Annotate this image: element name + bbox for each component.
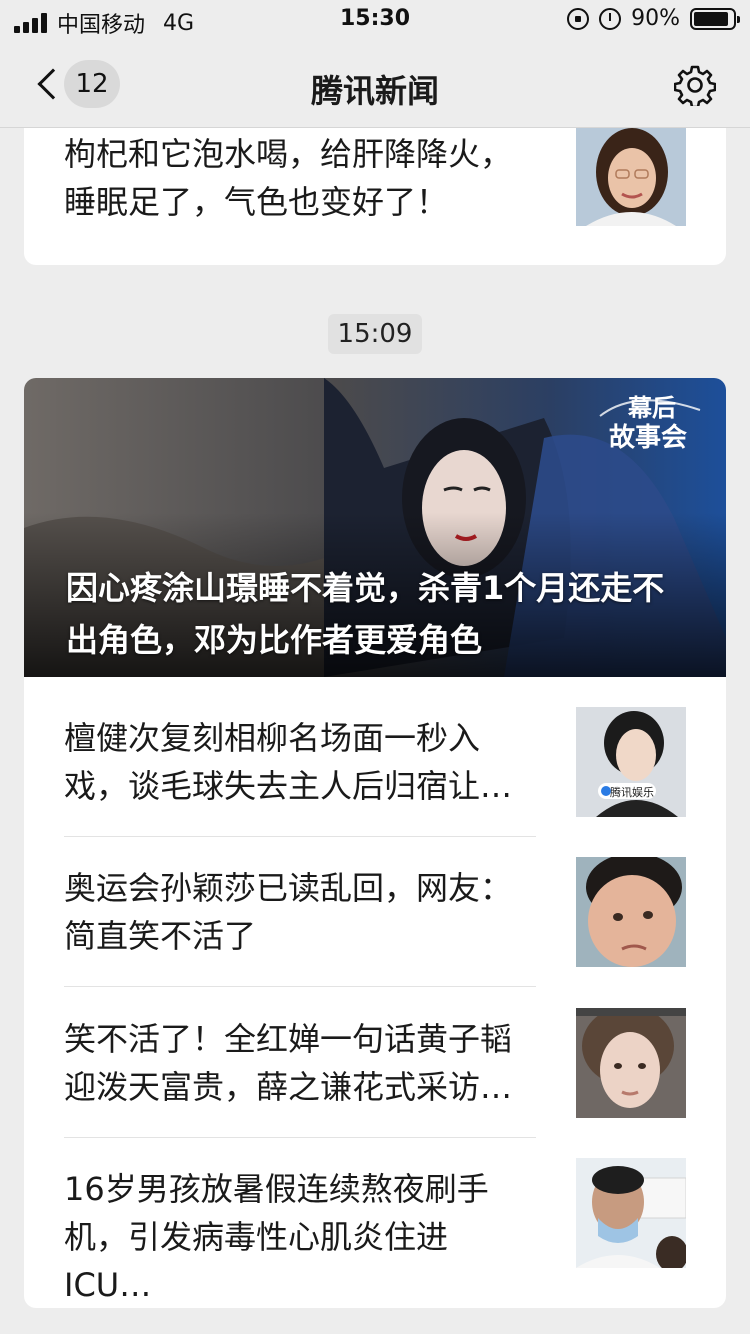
divider [64, 1137, 536, 1138]
status-bar-right: 90% [567, 6, 740, 31]
news-card-previous: 枸杞和它泡水喝，给肝降降火，睡眠足了，气色也变好了！ [24, 128, 726, 265]
news-thumbnail[interactable] [576, 1158, 686, 1268]
news-item-title[interactable]: 16岁男孩放暑假连续熬夜刷手机，引发病毒性心肌炎住进ICU… [64, 1165, 524, 1308]
news-item-title[interactable]: 奥运会孙颖莎已读乱回，网友：简直笑不活了 [64, 864, 524, 960]
navigation-bar: 12 腾讯新闻 [0, 40, 750, 128]
news-thumbnail[interactable] [576, 1008, 686, 1118]
actor-photo: 腾讯娱乐 [576, 707, 686, 817]
news-card-group: 幕后 故事会 因心疼涂山璟睡不着觉，杀青1个月还走不出角色，邓为比作者更爱角色 … [24, 378, 726, 1308]
program-logo: 幕后 故事会 [596, 386, 704, 454]
news-item-title[interactable]: 笑不活了！全红婵一句话黄子韬迎泼天富贵，薛之谦花式采访… [64, 1015, 524, 1111]
thumbnail-caption: 腾讯娱乐 [610, 785, 654, 799]
battery-icon [690, 7, 740, 30]
hero-article[interactable]: 幕后 故事会 因心疼涂山璟睡不着觉，杀青1个月还走不出角色，邓为比作者更爱角色 [24, 378, 726, 677]
alarm-icon [599, 7, 622, 30]
news-thumbnail[interactable] [576, 128, 686, 238]
page-title: 腾讯新闻 [310, 72, 439, 110]
logo-line-2: 故事会 [609, 423, 687, 453]
divider [64, 986, 536, 987]
divider [64, 836, 536, 837]
singer-photo [576, 1008, 686, 1118]
settings-button[interactable] [673, 64, 717, 109]
orientation-lock-icon [567, 7, 590, 30]
battery-percent: 90% [631, 6, 680, 31]
battery-fill [694, 11, 729, 26]
doctor-photo [576, 128, 686, 226]
logo-line-1: 幕后 [627, 394, 676, 422]
news-thumbnail[interactable]: 腾讯娱乐 [576, 707, 686, 817]
gear-icon [673, 65, 717, 109]
news-item-title[interactable]: 檀健次复刻相柳名场面一秒入戏，谈毛球失去主人后归宿让… [64, 714, 524, 810]
athlete-photo [576, 857, 686, 967]
timestamp-chip: 15:09 [328, 314, 422, 354]
doctor-photo [576, 1158, 686, 1268]
status-bar: 中国移动 4G 15:30 90% [0, 0, 750, 40]
news-thumbnail[interactable] [576, 857, 686, 967]
news-item-title[interactable]: 枸杞和它泡水喝，给肝降降火，睡眠足了，气色也变好了！ [64, 130, 524, 226]
hero-title: 因心疼涂山璟睡不着觉，杀青1个月还走不出角色，邓为比作者更爱角色 [66, 569, 665, 659]
